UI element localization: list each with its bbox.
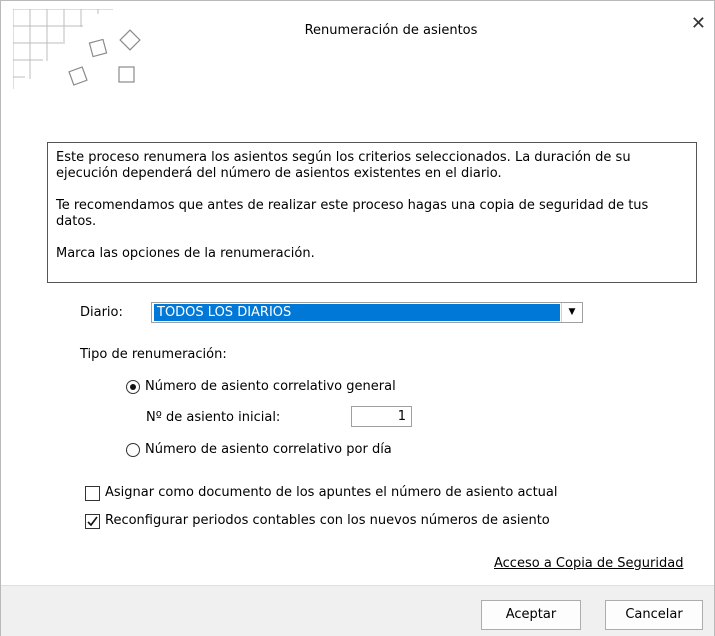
radio-por-dia-label[interactable]: Número de asiento correlativo por día (145, 442, 392, 457)
radio-por-dia[interactable] (126, 443, 140, 457)
radio-selected-dot (130, 384, 136, 390)
info-paragraph-1: Este proceso renumera los asientos según… (56, 150, 631, 181)
diario-label: Diario: (80, 305, 123, 320)
radio-general-label[interactable]: Número de asiento correlativo general (145, 379, 396, 394)
close-icon[interactable]: ✕ (691, 15, 706, 33)
checkbox-periodos-label[interactable]: Reconfigurar periodos contables con los … (105, 513, 550, 528)
dialog-title: Renumeración de asientos (304, 23, 478, 38)
checkmark-icon (87, 516, 98, 527)
info-paragraph-2: Te recomendamos que antes de realizar es… (56, 198, 649, 229)
tipo-renumeracion-label: Tipo de renumeración: (80, 347, 227, 362)
info-paragraph-3: Marca las opciones de la renumeración. (56, 246, 315, 261)
checkbox-documento-label[interactable]: Asignar como documento de los apuntes el… (105, 485, 558, 500)
asiento-inicial-label: Nº de asiento inicial: (146, 410, 281, 425)
dialog-footer: Aceptar Cancelar (1, 585, 714, 636)
renumeracion-dialog: Renumeración de asientos ✕ Este proceso … (0, 0, 715, 636)
cancel-button[interactable]: Cancelar (605, 600, 703, 630)
diario-select[interactable]: TODOS LOS DIARIOS ▼ (151, 302, 583, 323)
backup-link[interactable]: Acceso a Copia de Seguridad (494, 556, 683, 571)
info-box: Este proceso renumera los asientos según… (47, 142, 697, 283)
diario-selected-value: TODOS LOS DIARIOS (154, 304, 560, 321)
app-logo-icon (13, 9, 141, 89)
checkbox-documento[interactable] (85, 486, 100, 501)
dropdown-arrow-icon[interactable]: ▼ (561, 303, 582, 322)
checkbox-periodos[interactable] (85, 514, 100, 529)
radio-general[interactable] (126, 380, 140, 394)
accept-button[interactable]: Aceptar (481, 600, 581, 630)
asiento-inicial-input[interactable]: 1 (351, 406, 412, 427)
